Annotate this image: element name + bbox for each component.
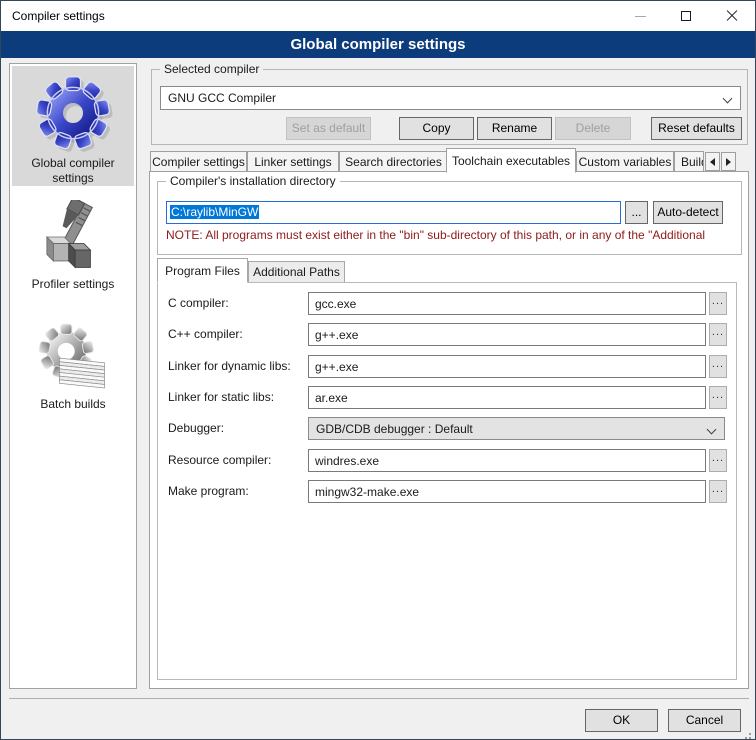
program-files-panel: C compiler: gcc.exe ... C++ compiler: g+… [157,282,737,680]
footer-divider [9,698,749,699]
auto-detect-button[interactable]: Auto-detect [653,201,723,224]
compiler-settings-dialog: Compiler settings Global compiler settin… [0,0,756,740]
field-row-cpp-compiler: C++ compiler: g++.exe ... [158,323,736,346]
field-label: Linker for static libs: [168,390,274,404]
subtab-program-files[interactable]: Program Files [157,258,248,283]
tab-scroll-left-button[interactable] [705,152,720,171]
tab-search-directories[interactable]: Search directories [339,151,448,172]
field-label: Make program: [168,484,249,498]
field-row-resource-compiler: Resource compiler: windres.exe ... [158,449,736,472]
set-as-default-button[interactable]: Set as default [286,117,371,140]
rename-button[interactable]: Rename [477,117,552,140]
browse-button[interactable]: ... [709,355,727,378]
cpp-compiler-input[interactable]: g++.exe [308,323,706,346]
compiler-buttons-row: Set as default Copy Rename Delete Reset … [152,117,747,140]
sidebar-item-label: Profiler settings [12,277,134,292]
installation-directory-value: C:\raylib\MinGW [170,205,259,219]
close-icon [725,9,739,23]
field-label: Resource compiler: [168,453,271,467]
field-label: C compiler: [168,296,229,310]
linker-static-input[interactable]: ar.exe [308,386,706,409]
tab-compiler-settings[interactable]: Compiler settings [150,151,247,172]
delete-button[interactable]: Delete [555,117,631,140]
field-row-c-compiler: C compiler: gcc.exe ... [158,292,736,315]
chevron-down-icon [723,94,733,104]
field-label: Linker for dynamic libs: [168,359,291,373]
c-compiler-input[interactable]: gcc.exe [308,292,706,315]
chevron-down-icon [707,425,717,435]
installation-note: NOTE: All programs must exist either in … [166,228,738,242]
minimize-button[interactable] [617,1,663,31]
field-row-debugger: Debugger: GDB/CDB debugger : Default [158,417,736,440]
maximize-icon [681,11,691,21]
browse-button[interactable]: ... [709,386,727,409]
tab-build-options[interactable]: Build options [674,151,704,172]
window-title: Compiler settings [12,9,105,23]
blue-gear-icon [33,73,113,153]
browse-button[interactable]: ... [709,292,727,315]
tab-custom-variables[interactable]: Custom variables [576,151,674,172]
debugger-select[interactable]: GDB/CDB debugger : Default [308,417,725,440]
toolchain-executables-page: Compiler's installation directory C:\ray… [149,171,749,689]
installation-directory-group: Compiler's installation directory C:\ray… [157,181,742,255]
sidebar-item-label: Batch builds [12,397,134,412]
compiler-select-value: GNU GCC Compiler [168,91,276,105]
tab-linker-settings[interactable]: Linker settings [247,151,339,172]
reset-defaults-button[interactable]: Reset defaults [651,117,742,140]
field-row-make-program: Make program: mingw32-make.exe ... [158,480,736,503]
linker-dynamic-input[interactable]: g++.exe [308,355,706,378]
field-label: C++ compiler: [168,327,243,341]
dialog-header-title: Global compiler settings [290,36,465,53]
sidebar-item-global-compiler-settings[interactable]: Global compiler settings [12,66,134,186]
tab-toolchain-executables[interactable]: Toolchain executables [446,148,576,173]
tab-scroll-right-button[interactable] [721,152,736,171]
caliper-icon [38,200,108,274]
resize-grip[interactable] [749,733,751,735]
browse-directory-button[interactable]: ... [625,201,648,224]
subtab-additional-paths[interactable]: Additional Paths [248,261,345,283]
maximize-button[interactable] [663,1,709,31]
selected-compiler-legend: Selected compiler [160,62,263,76]
titlebar[interactable]: Compiler settings [1,1,755,31]
sidebar-item-profiler-settings[interactable]: Profiler settings [12,198,134,294]
settings-sidebar: Global compiler settings [9,63,137,689]
resource-compiler-input[interactable]: windres.exe [308,449,706,472]
arrow-left-icon [710,158,715,166]
sidebar-item-label: Global compiler settings [12,156,134,186]
browse-button[interactable]: ... [709,449,727,472]
selected-compiler-group: Selected compiler GNU GCC Compiler Set a… [151,69,748,145]
browse-button[interactable]: ... [709,323,727,346]
gear-stack-icon [37,322,109,394]
dialog-header: Global compiler settings [1,31,755,58]
minimize-icon [635,16,646,17]
compiler-select[interactable]: GNU GCC Compiler [160,86,741,110]
installation-directory-legend: Compiler's installation directory [166,174,340,188]
cancel-button[interactable]: Cancel [668,709,741,732]
arrow-right-icon [726,158,731,166]
close-button[interactable] [709,1,755,31]
field-row-linker-dynamic: Linker for dynamic libs: g++.exe ... [158,355,736,378]
field-label: Debugger: [168,421,224,435]
copy-button[interactable]: Copy [399,117,474,140]
sidebar-item-batch-builds[interactable]: Batch builds [12,320,134,420]
ok-button[interactable]: OK [585,709,658,732]
field-row-linker-static: Linker for static libs: ar.exe ... [158,386,736,409]
browse-button[interactable]: ... [709,480,727,503]
installation-directory-input[interactable]: C:\raylib\MinGW [166,201,621,224]
make-program-input[interactable]: mingw32-make.exe [308,480,706,503]
